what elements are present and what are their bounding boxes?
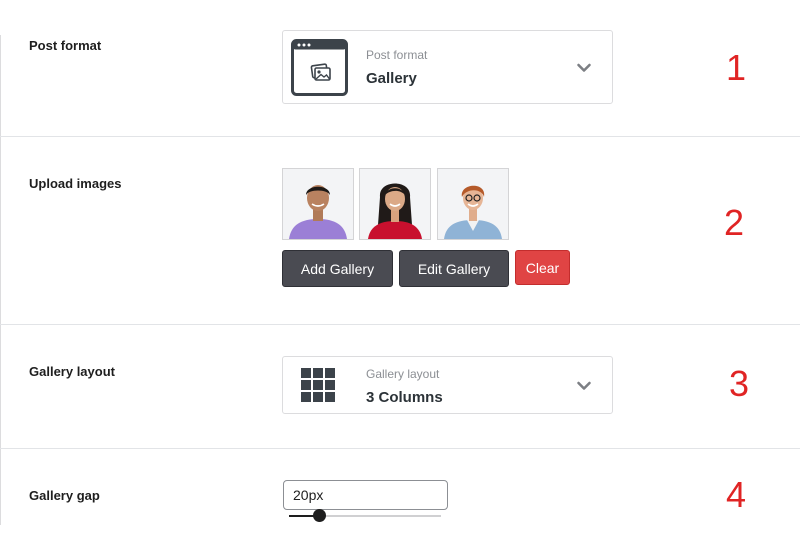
gallery-layout-value: 3 Columns (366, 389, 443, 406)
chevron-down-icon[interactable] (576, 60, 592, 76)
edit-gallery-button[interactable]: Edit Gallery (399, 250, 509, 287)
gallery-thumbnail[interactable] (359, 168, 431, 240)
gallery-gap-slider[interactable] (289, 509, 441, 522)
post-format-label: Post format (29, 38, 102, 53)
post-format-row: Post format Post format Gallery 1 (0, 0, 800, 136)
gallery-layout-caption: Gallery layout (366, 367, 440, 381)
step-number-2: 2 (724, 202, 745, 243)
gallery-gap-label: Gallery gap (29, 488, 100, 503)
add-gallery-button[interactable]: Add Gallery (282, 250, 393, 287)
upload-images-label: Upload images (29, 176, 122, 191)
clear-button[interactable]: Clear (515, 250, 570, 285)
gallery-layout-select[interactable]: Gallery layout 3 Columns (282, 356, 613, 414)
gallery-layout-row: Gallery layout Gallery layout 3 Columns … (0, 324, 800, 448)
gallery-thumbnail[interactable] (282, 168, 354, 240)
gallery-thumbnail[interactable] (437, 168, 509, 240)
post-format-value: Gallery (366, 70, 417, 87)
gallery-gap-input[interactable] (283, 480, 448, 510)
step-number-4: 4 (726, 474, 747, 515)
browser-image-icon (291, 39, 348, 96)
grid-layout-icon (301, 368, 335, 402)
slider-handle[interactable] (313, 509, 326, 522)
chevron-down-icon[interactable] (576, 378, 592, 394)
step-number-3: 3 (729, 363, 750, 404)
person-purple-shirt-image (283, 169, 353, 239)
person-denim-jacket-image (438, 169, 508, 239)
post-format-caption: Post format (366, 48, 428, 62)
gallery-layout-label: Gallery layout (29, 364, 115, 379)
step-number-1: 1 (726, 47, 747, 88)
person-red-top-image (360, 169, 430, 239)
upload-images-row: Upload images Add Gallery Edit Gallery C… (0, 136, 800, 324)
post-format-select[interactable]: Post format Gallery (282, 30, 613, 104)
gallery-gap-row: Gallery gap 4 (0, 448, 800, 540)
